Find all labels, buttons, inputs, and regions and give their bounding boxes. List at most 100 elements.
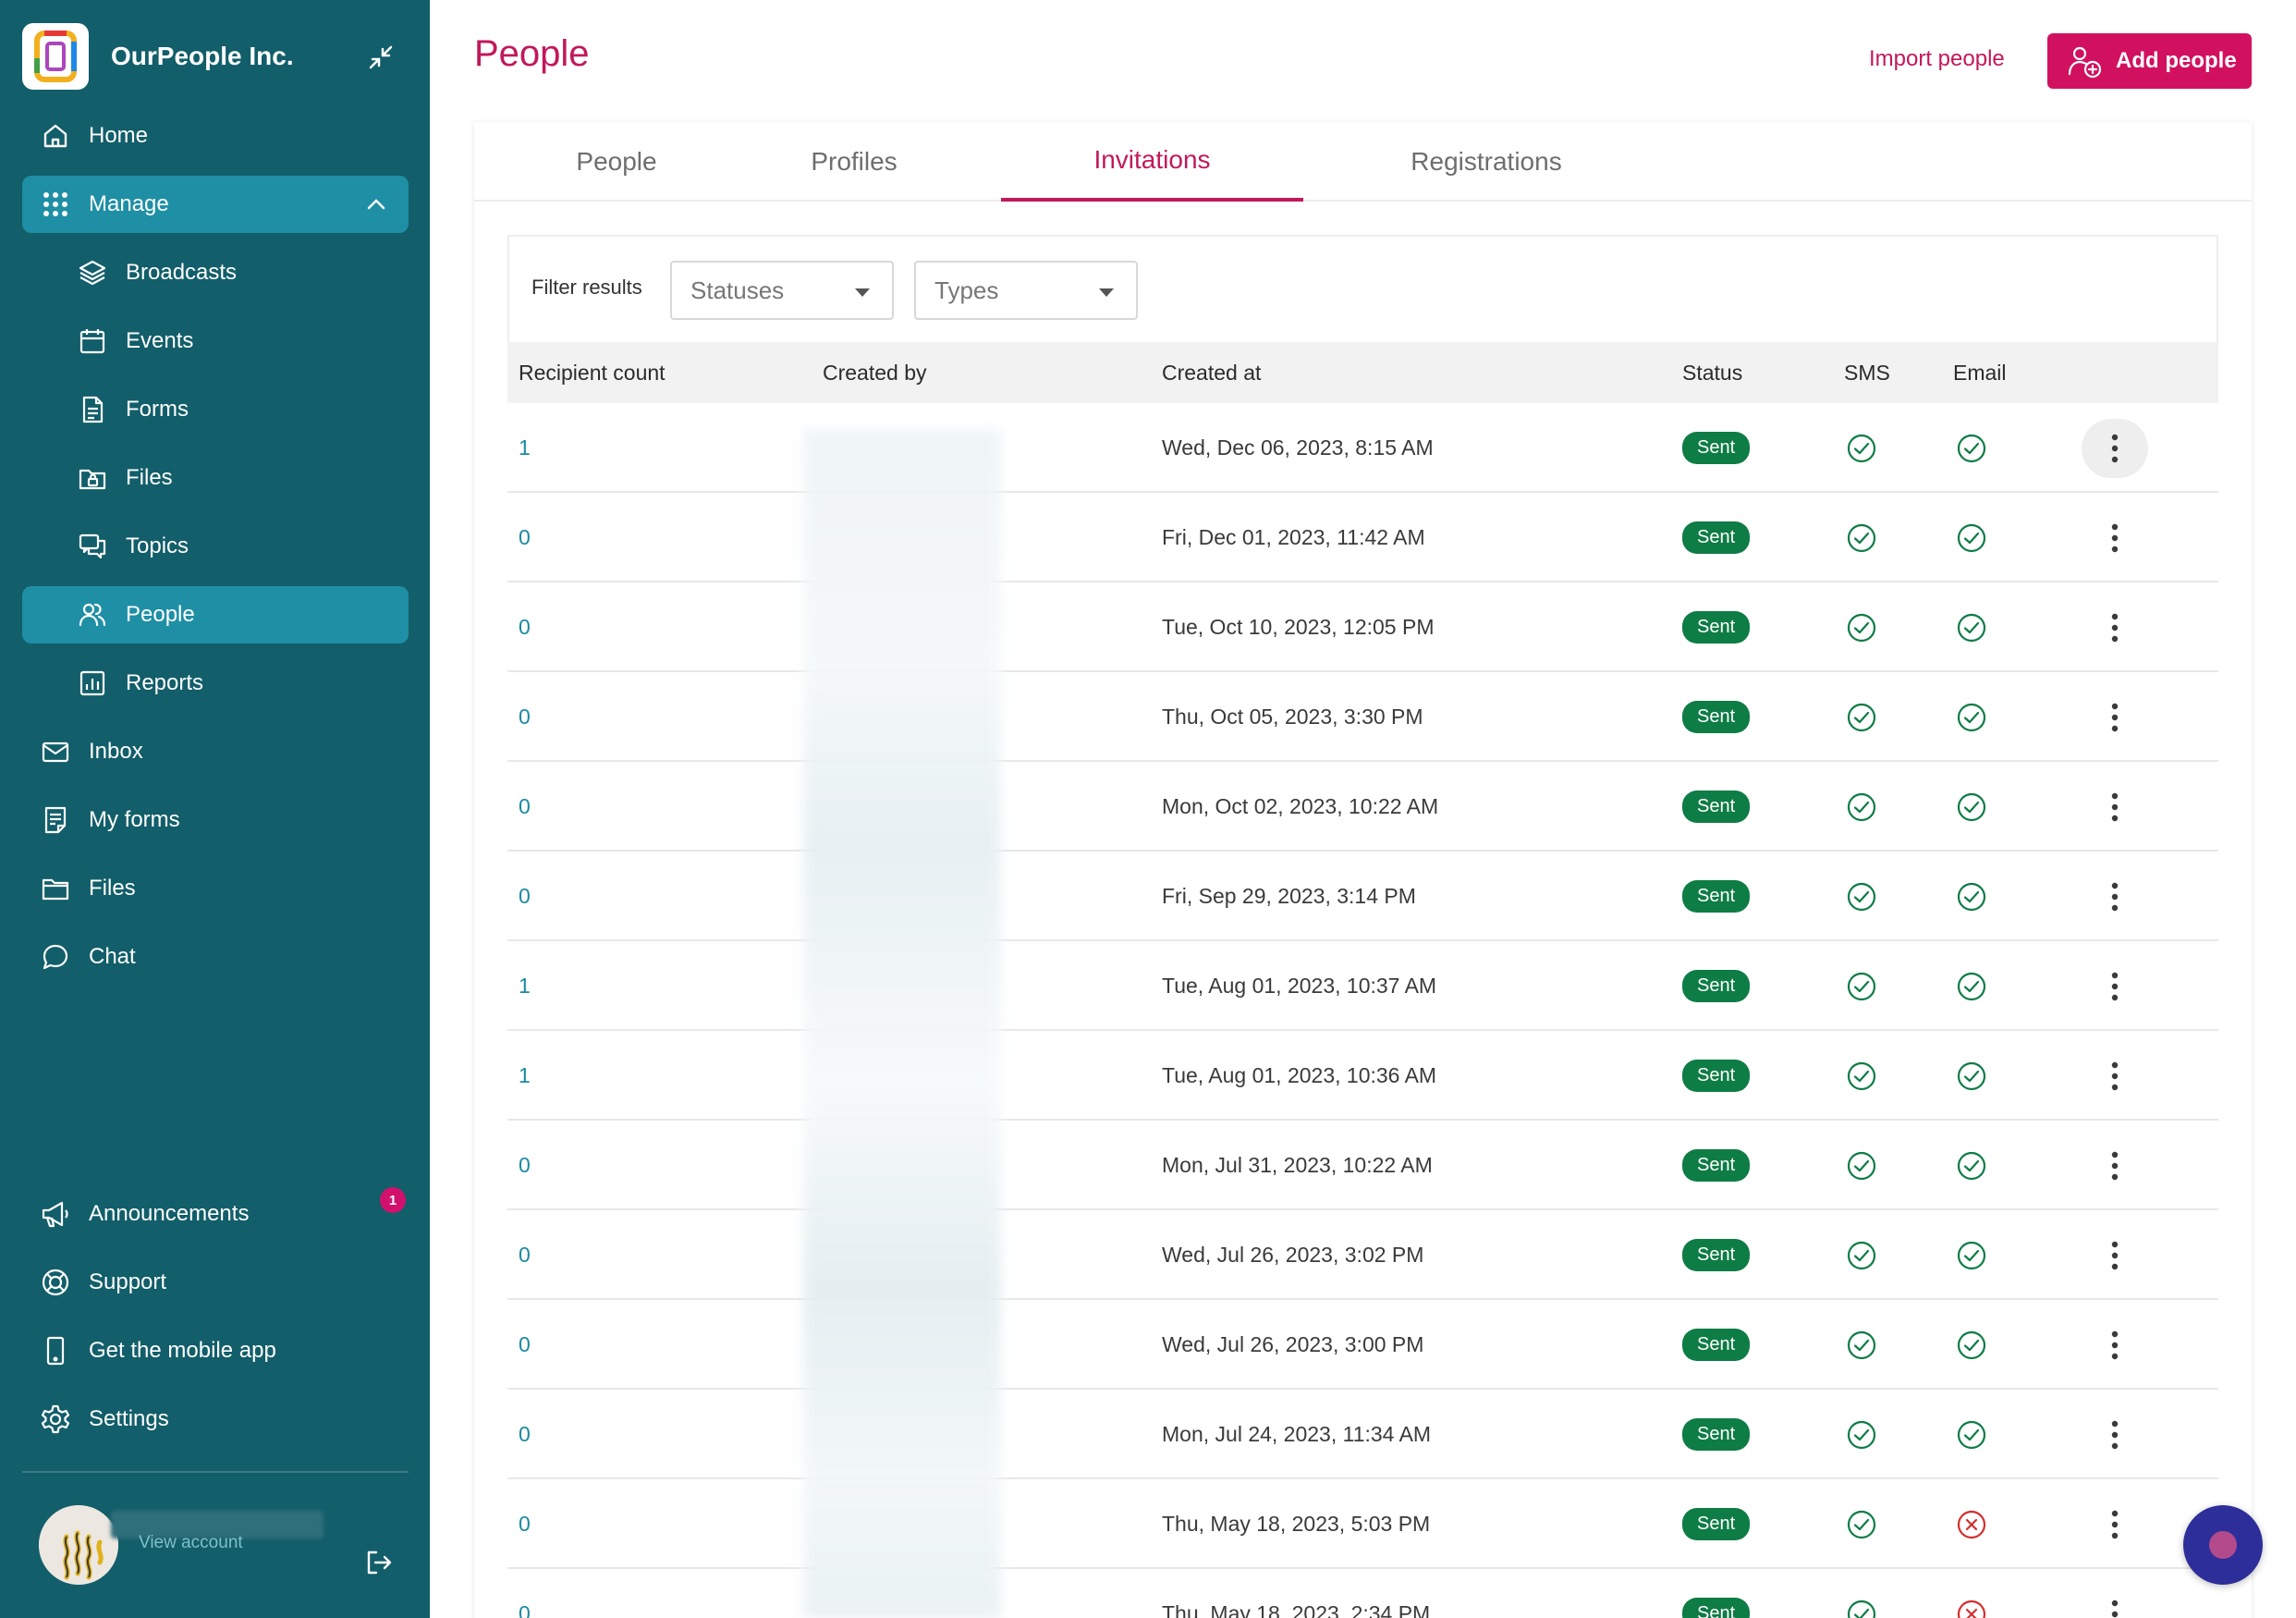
sidebar-item-announcements[interactable]: Announcements <box>22 1185 409 1243</box>
recipient-count-link[interactable]: 1 <box>519 1031 531 1121</box>
header-sms[interactable]: SMS <box>1844 342 1890 403</box>
header-recipient-count[interactable]: Recipient count <box>519 342 666 403</box>
status-cell: Sent <box>1682 1210 1751 1300</box>
created-at: Mon, Oct 02, 2023, 10:22 AM <box>1162 794 1439 818</box>
more-options-icon[interactable] <box>2082 867 2148 926</box>
more-options-icon[interactable] <box>2082 1316 2148 1375</box>
email-failed-icon <box>1956 1479 1987 1569</box>
logout-icon[interactable] <box>360 1544 397 1581</box>
recipient-count-link[interactable]: 0 <box>519 493 531 582</box>
table-row[interactable]: 0 Tue, Oct 10, 2023, 12:05 PM Sent <box>507 582 2218 672</box>
table-row[interactable]: 0 Wed, Jul 26, 2023, 3:02 PM Sent <box>507 1210 2218 1300</box>
recipient-count-link[interactable]: 0 <box>519 762 531 852</box>
tab-profiles[interactable]: Profiles <box>711 122 997 202</box>
sidebar-item-chat[interactable]: Chat <box>22 928 409 986</box>
sidebar-item-broadcasts[interactable]: Broadcasts <box>22 244 409 301</box>
sidebar-item-settings[interactable]: Settings <box>22 1391 409 1448</box>
status-cell: Sent <box>1682 852 1751 941</box>
header-created-by[interactable]: Created by <box>823 342 927 403</box>
more-options-icon[interactable] <box>2082 1495 2148 1554</box>
gear-icon <box>39 1403 72 1436</box>
statuses-select[interactable]: Statuses <box>670 261 894 320</box>
sidebar-item-topics[interactable]: Topics <box>22 518 409 575</box>
table-header: Recipient count Created by Created at St… <box>507 342 2218 403</box>
sidebar-item-label: Files <box>126 465 173 490</box>
collapse-sidebar-icon[interactable] <box>362 39 399 76</box>
more-options-icon[interactable] <box>2082 1405 2148 1465</box>
sidebar-item-manage[interactable]: Manage <box>22 176 409 233</box>
more-options-icon[interactable] <box>2082 509 2148 568</box>
table-row[interactable]: 0 Fri, Dec 01, 2023, 11:42 AM Sent <box>507 493 2218 582</box>
table-row[interactable]: 0 Wed, Jul 26, 2023, 3:00 PM Sent <box>507 1300 2218 1390</box>
recipient-count-link[interactable]: 0 <box>519 852 531 941</box>
filter-label: Filter results <box>531 276 642 299</box>
table-row[interactable]: 0 Thu, Oct 05, 2023, 3:30 PM Sent <box>507 672 2218 762</box>
more-options-icon[interactable] <box>2082 688 2148 747</box>
more-options-icon[interactable] <box>2082 1047 2148 1106</box>
sidebar-item-label: Forms <box>126 397 189 422</box>
sidebar-item-label: Support <box>89 1269 167 1294</box>
table-row[interactable]: 1 Tue, Aug 01, 2023, 10:37 AM Sent <box>507 941 2218 1031</box>
tab-people[interactable]: People <box>526 122 707 202</box>
avatar[interactable] <box>39 1505 118 1585</box>
table-row[interactable]: 0 Mon, Jul 24, 2023, 11:34 AM Sent <box>507 1390 2218 1479</box>
table-row[interactable]: 0 Thu, May 18, 2023, 5:03 PM Sent <box>507 1479 2218 1569</box>
recipient-count-link[interactable]: 0 <box>519 1210 531 1300</box>
more-options-icon[interactable] <box>2082 778 2148 837</box>
recipient-count-link[interactable]: 1 <box>519 403 531 493</box>
sidebar-item-support[interactable]: Support <box>22 1254 409 1311</box>
tab-registrations[interactable]: Registrations <box>1306 122 1667 202</box>
sidebar-item-mobile-app[interactable]: Get the mobile app <box>22 1322 409 1379</box>
types-select[interactable]: Types <box>914 261 1138 320</box>
sidebar-item-files-2[interactable]: Files <box>22 860 409 917</box>
announcements-badge: 1 <box>380 1187 406 1213</box>
sidebar-item-events[interactable]: Events <box>22 313 409 370</box>
sidebar-item-home[interactable]: Home <box>22 107 409 165</box>
recipient-count-link[interactable]: 0 <box>519 1300 531 1390</box>
caret-down-icon <box>1099 288 1114 297</box>
view-account-link[interactable]: View account <box>139 1533 243 1553</box>
add-people-button[interactable]: Add people <box>2047 33 2252 89</box>
sidebar-item-label: Inbox <box>89 739 143 764</box>
recipient-count-link[interactable]: 0 <box>519 1390 531 1479</box>
import-people-link[interactable]: Import people <box>1869 46 2005 72</box>
more-options-icon[interactable] <box>2082 1226 2148 1285</box>
sidebar-item-forms[interactable]: Forms <box>22 381 409 438</box>
header-created-at[interactable]: Created at <box>1162 342 1261 403</box>
recipient-count-link[interactable]: 0 <box>519 582 531 672</box>
statuses-placeholder: Statuses <box>690 276 785 304</box>
brand-logo-icon[interactable] <box>22 23 89 90</box>
more-options-icon[interactable] <box>2082 598 2148 657</box>
more-options-icon[interactable] <box>2082 1136 2148 1195</box>
table-row[interactable]: 0 Mon, Oct 02, 2023, 10:22 AM Sent <box>507 762 2218 852</box>
header-status[interactable]: Status <box>1682 342 1742 403</box>
sidebar-item-people[interactable]: People <box>22 586 409 644</box>
header-email[interactable]: Email <box>1953 342 2007 403</box>
sidebar-item-reports[interactable]: Reports <box>22 655 409 712</box>
table-row[interactable]: 0 Mon, Jul 31, 2023, 10:22 AM Sent <box>507 1121 2218 1210</box>
recipient-count-link[interactable]: 0 <box>519 1569 531 1618</box>
tab-invitations[interactable]: Invitations <box>1001 122 1303 202</box>
table-row[interactable]: 0 Thu, May 18, 2023, 2:34 PM Sent <box>507 1569 2218 1618</box>
recipient-count-link[interactable]: 0 <box>519 1479 531 1569</box>
recipient-count-link[interactable]: 1 <box>519 941 531 1031</box>
more-options-icon[interactable] <box>2082 419 2148 478</box>
chat-launcher-button[interactable] <box>2183 1505 2263 1585</box>
sidebar-item-files[interactable]: Files <box>22 449 409 507</box>
sms-check-icon <box>1846 852 1877 941</box>
chevron-up-icon[interactable] <box>364 192 388 223</box>
created-at: Thu, May 18, 2023, 2:34 PM <box>1162 1601 1431 1618</box>
more-options-icon[interactable] <box>2082 957 2148 1016</box>
table-row[interactable]: 0 Fri, Sep 29, 2023, 3:14 PM Sent <box>507 852 2218 941</box>
status-cell: Sent <box>1682 1479 1751 1569</box>
email-check-icon <box>1956 493 1987 582</box>
table-row[interactable]: 1 Wed, Dec 06, 2023, 8:15 AM Sent <box>507 403 2218 493</box>
sidebar-item-my-forms[interactable]: My forms <box>22 791 409 849</box>
recipient-count-link[interactable]: 0 <box>519 1121 531 1210</box>
more-options-icon[interactable] <box>2082 1585 2148 1618</box>
add-person-icon <box>2066 43 2103 80</box>
status-cell: Sent <box>1682 1031 1751 1121</box>
table-row[interactable]: 1 Tue, Aug 01, 2023, 10:36 AM Sent <box>507 1031 2218 1121</box>
sidebar-item-inbox[interactable]: Inbox <box>22 723 409 780</box>
recipient-count-link[interactable]: 0 <box>519 672 531 762</box>
